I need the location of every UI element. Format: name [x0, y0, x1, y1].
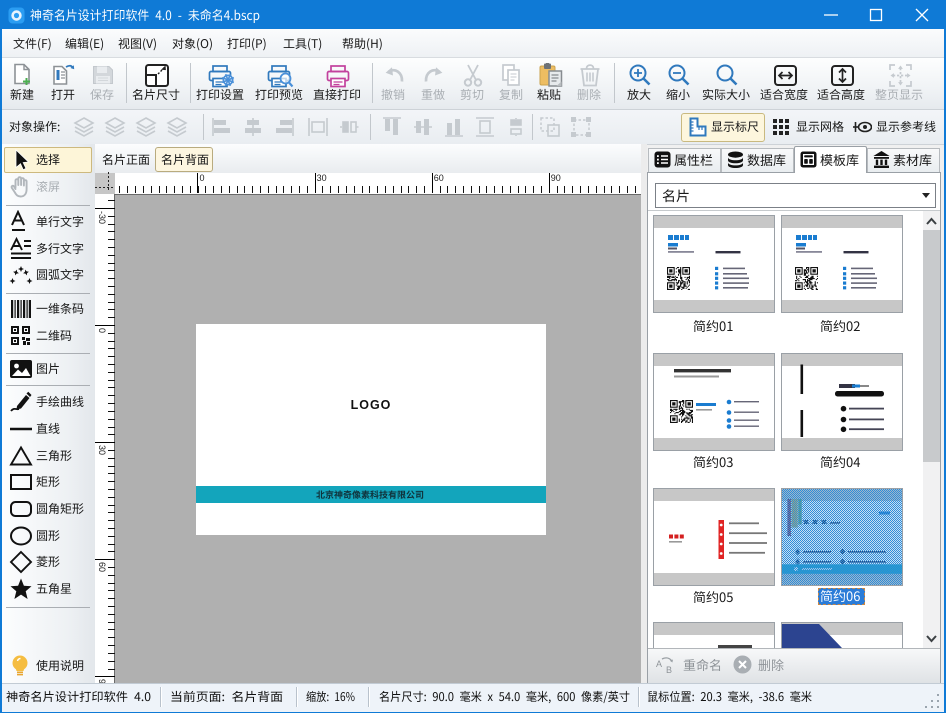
svg-text:B: B: [666, 665, 672, 674]
svg-text:A: A: [656, 659, 662, 669]
